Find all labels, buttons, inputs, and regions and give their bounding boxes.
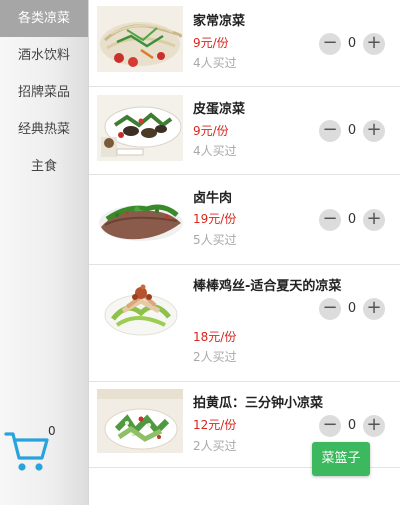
quantity-stepper: − 0 + <box>319 298 385 320</box>
dish-price: 9元/份 <box>193 36 229 50</box>
decrease-button[interactable]: − <box>319 298 341 320</box>
shopping-cart-icon[interactable] <box>4 422 50 476</box>
dish-item: 家常凉菜 9元/份 4人买过 − 0 + <box>89 0 400 87</box>
dish-item: 皮蛋凉菜 9元/份 4人买过 − 0 + <box>89 87 400 175</box>
dish-list: 家常凉菜 9元/份 4人买过 − 0 + 皮蛋凉菜 9元/份 4人买过 − 0 … <box>89 0 400 505</box>
category-item-hot-dishes[interactable]: 经典热菜 <box>0 111 88 148</box>
quantity-value: 0 <box>347 36 357 51</box>
decrease-button[interactable]: − <box>319 120 341 142</box>
category-item-staple[interactable]: 主食 <box>0 148 88 185</box>
dish-price: 12元/份 <box>193 418 237 432</box>
increase-button[interactable]: + <box>363 415 385 437</box>
quantity-value: 0 <box>347 301 357 316</box>
decrease-button[interactable]: − <box>319 209 341 231</box>
decrease-button[interactable]: − <box>319 415 341 437</box>
quantity-stepper: − 0 + <box>319 415 385 437</box>
quantity-stepper: − 0 + <box>319 120 385 142</box>
dish-image <box>97 389 183 453</box>
dish-sold-count: 4人买过 <box>193 144 237 158</box>
dish-name[interactable]: 家常凉菜 <box>193 8 343 36</box>
dish-price: 9元/份 <box>193 124 229 138</box>
quantity-stepper: − 0 + <box>319 33 385 55</box>
increase-button[interactable]: + <box>363 209 385 231</box>
cart-count-badge: 0 <box>48 424 56 438</box>
increase-button[interactable]: + <box>363 298 385 320</box>
quantity-value: 0 <box>347 418 357 433</box>
increase-button[interactable]: + <box>363 120 385 142</box>
dish-price: 19元/份 <box>193 212 237 226</box>
quantity-value: 0 <box>347 212 357 227</box>
dish-image <box>97 271 183 341</box>
dish-sold-count: 2人买过 <box>193 439 237 453</box>
dish-image <box>97 6 183 72</box>
dish-image <box>97 183 183 249</box>
dish-item: 卤牛肉 19元/份 5人买过 − 0 + <box>89 175 400 265</box>
category-item-drinks[interactable]: 酒水饮料 <box>0 37 88 74</box>
decrease-button[interactable]: − <box>319 33 341 55</box>
quantity-stepper: − 0 + <box>319 209 385 231</box>
category-item-signature[interactable]: 招牌菜品 <box>0 74 88 111</box>
dish-image <box>97 95 183 161</box>
category-item-cold-dishes[interactable]: 各类凉菜 <box>0 0 88 37</box>
dish-sold-count: 4人买过 <box>193 56 237 70</box>
dish-sold-count: 2人买过 <box>193 350 237 364</box>
quantity-value: 0 <box>347 123 357 138</box>
dish-sold-count: 5人买过 <box>193 233 237 247</box>
increase-button[interactable]: + <box>363 33 385 55</box>
basket-button[interactable]: 菜篮子 <box>312 442 370 476</box>
dish-item: 棒棒鸡丝-适合夏天的凉菜 18元/份 2人买过 − 0 + <box>89 265 400 382</box>
dish-price: 18元/份 <box>193 330 237 344</box>
